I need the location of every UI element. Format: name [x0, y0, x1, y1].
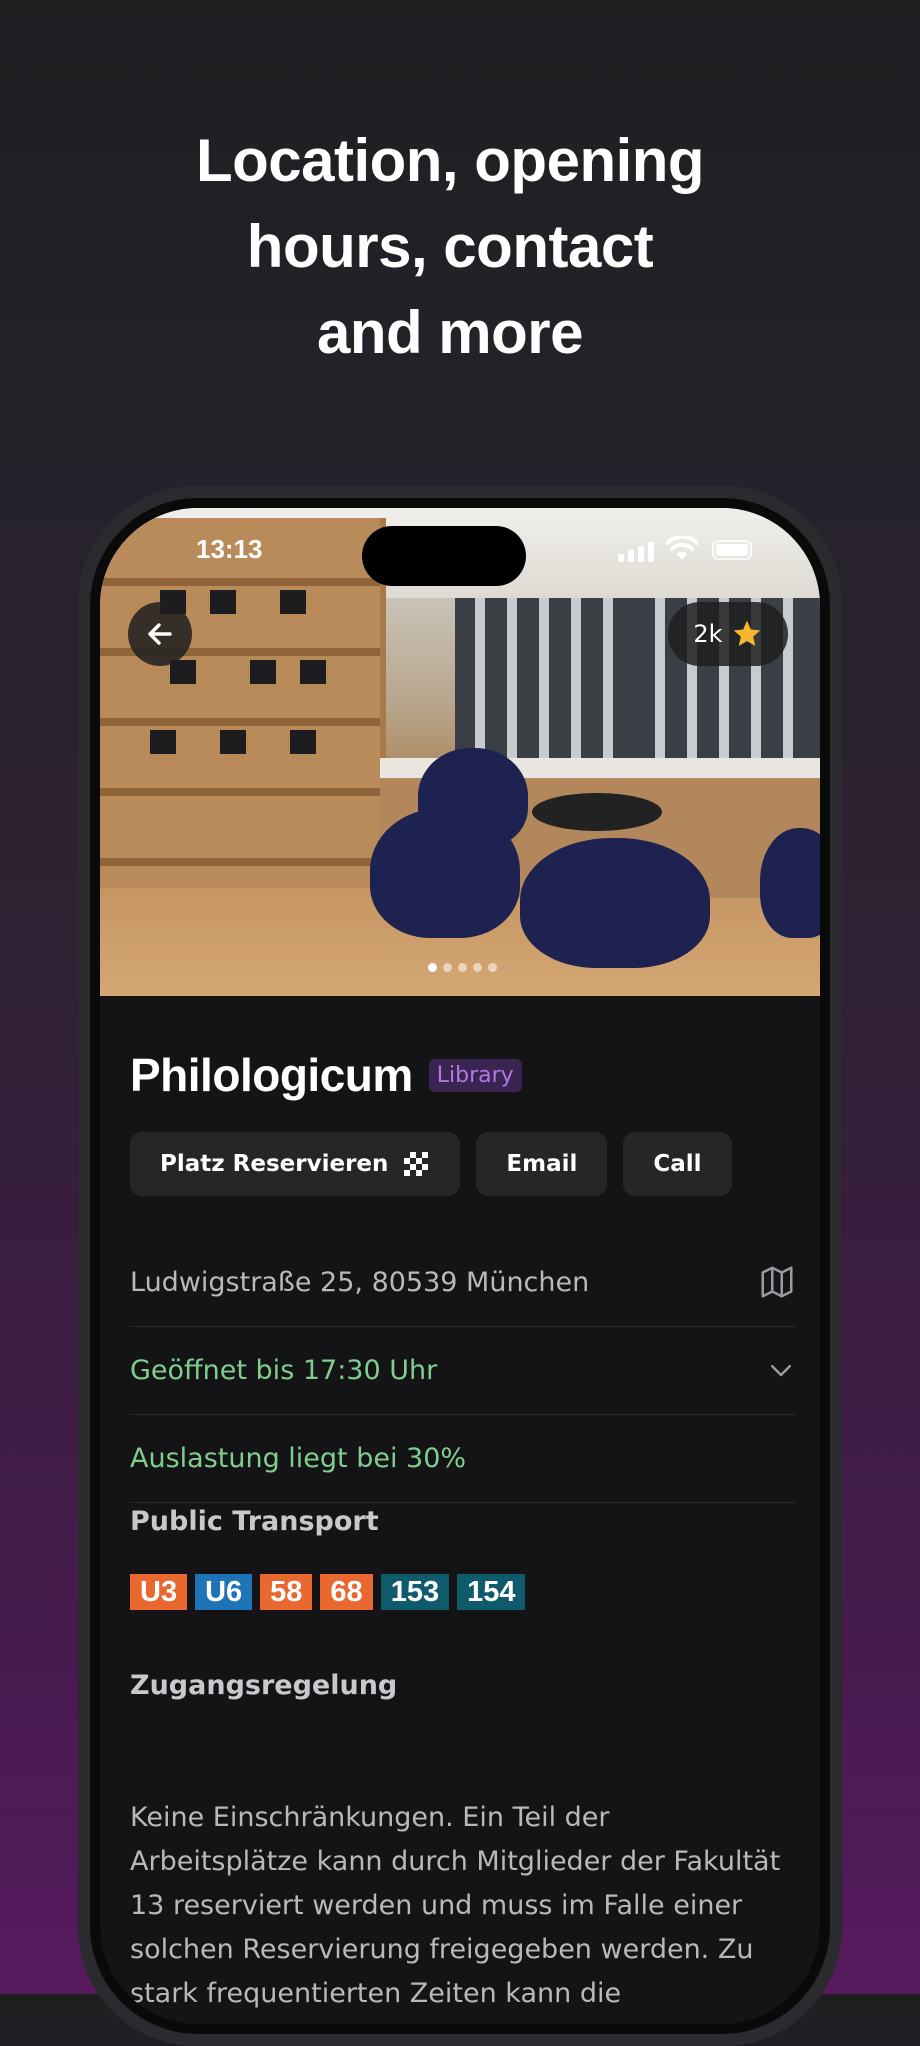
- pager-dot[interactable]: [473, 963, 482, 972]
- chair: [520, 838, 710, 968]
- pager-dot[interactable]: [488, 963, 497, 972]
- table: [532, 793, 662, 831]
- line-badge[interactable]: U6: [195, 1574, 253, 1610]
- category-badge: Library: [428, 1058, 522, 1092]
- access-text: Keine Einschränkungen. Ein Teil der Arbe…: [130, 1802, 781, 2009]
- address-text: Ludwigstraße 25, 80539 München: [130, 1266, 590, 1298]
- status-bar: 13:13: [100, 526, 820, 586]
- headline: Location, opening hours, contact and mor…: [0, 118, 900, 376]
- line-badge[interactable]: U3: [130, 1574, 188, 1610]
- access-title: Zugangsregelung: [130, 1670, 398, 1701]
- call-button[interactable]: Call: [623, 1132, 732, 1196]
- photo-pager[interactable]: [428, 963, 497, 972]
- chair: [370, 808, 520, 938]
- rating-badge[interactable]: 2k: [668, 602, 788, 666]
- line-badge[interactable]: 154: [457, 1574, 526, 1610]
- address-row[interactable]: Ludwigstraße 25, 80539 München: [130, 1238, 796, 1327]
- line-badge[interactable]: 153: [380, 1574, 450, 1610]
- opening-hours-row[interactable]: Geöffnet bis 17:30 Uhr: [130, 1326, 796, 1415]
- headline-line-1: Location, opening: [195, 127, 705, 194]
- place-name: Philologicum: [130, 1049, 413, 1101]
- arrow-left-icon: [148, 623, 172, 645]
- phone-bezel: 13:13 2k Philologicum Library Platz Rese…: [90, 498, 830, 2034]
- back-button[interactable]: [128, 602, 192, 666]
- transport-lines: U3 U6 58 68 153 154: [130, 1574, 526, 1610]
- email-button[interactable]: Email: [476, 1132, 608, 1196]
- reserve-button[interactable]: Platz Reservieren: [130, 1132, 461, 1196]
- title-row: Philologicum Library: [130, 1048, 522, 1102]
- status-time: 13:13: [196, 534, 263, 564]
- occupancy-text: Auslastung liegt bei 30%: [130, 1442, 467, 1474]
- battery-icon: [712, 540, 752, 560]
- star-icon: [733, 620, 760, 646]
- chair: [760, 828, 820, 938]
- headline-line-3: and more: [316, 299, 584, 366]
- reserve-label: Platz Reservieren: [160, 1151, 389, 1177]
- action-buttons: Platz Reservieren Email Call: [130, 1132, 732, 1196]
- checkered-flag-icon: [404, 1152, 429, 1176]
- pager-dot[interactable]: [428, 963, 437, 972]
- wifi-icon: [666, 536, 698, 560]
- pager-dot[interactable]: [458, 963, 467, 972]
- rating-count: 2k: [693, 620, 723, 648]
- headline-line-2: hours, contact: [246, 213, 654, 280]
- phone-frame: 13:13 2k Philologicum Library Platz Rese…: [78, 486, 842, 2046]
- transport-title: Public Transport: [130, 1506, 379, 1537]
- chevron-down-icon[interactable]: [766, 1355, 796, 1385]
- pager-dot[interactable]: [443, 963, 452, 972]
- dynamic-island: [362, 526, 526, 586]
- occupancy-row: Auslastung liegt bei 30%: [130, 1414, 796, 1503]
- phone-screen: 13:13 2k Philologicum Library Platz Rese…: [100, 508, 820, 2024]
- opening-hours-text: Geöffnet bis 17:30 Uhr: [130, 1354, 438, 1386]
- line-badge[interactable]: 58: [260, 1574, 313, 1610]
- line-badge[interactable]: 68: [320, 1574, 373, 1610]
- map-icon[interactable]: [758, 1263, 796, 1301]
- signal-icon: [618, 542, 654, 562]
